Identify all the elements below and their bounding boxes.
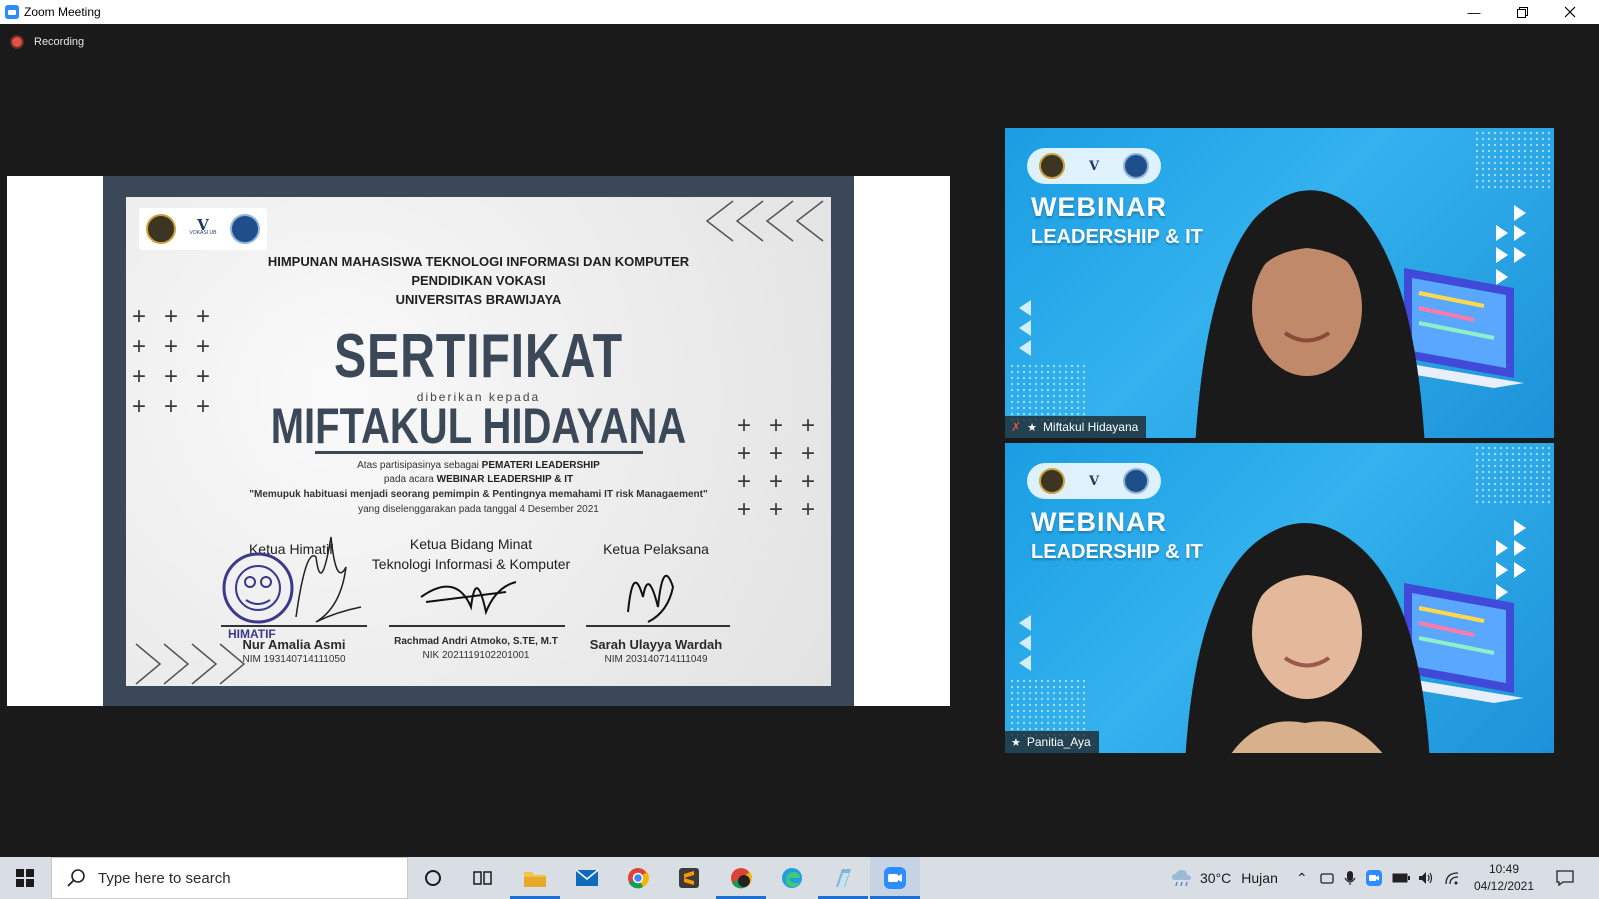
- volume-icon[interactable]: [1418, 871, 1434, 885]
- weather-desc: Hujan: [1241, 870, 1278, 886]
- signatory-2-line: [389, 625, 565, 627]
- signature-3: [627, 574, 675, 623]
- signature-1: [295, 536, 362, 623]
- wifi-icon[interactable]: [1444, 871, 1460, 885]
- arrow-decoration-left: [1019, 300, 1031, 356]
- pin-icon: ★: [1011, 736, 1021, 749]
- participant-video: [1195, 190, 1425, 438]
- arrow-decoration-left: [1019, 615, 1031, 671]
- description-line-4: yang diselenggarakan pada tanggal 4 Dese…: [358, 504, 599, 515]
- banner-title: WEBINAR: [1031, 192, 1167, 222]
- minimize-button[interactable]: —: [1451, 0, 1497, 24]
- weather-widget[interactable]: 30°C Hujan: [1170, 857, 1278, 899]
- recipient-name: MIFTAKUL HIDAYANA: [270, 398, 687, 454]
- vokasi-logo: V VOKASI UB: [189, 216, 217, 237]
- certificate: V VOKASI UB HIMPUNAN MAHASISWA TEKNOLOGI…: [126, 197, 831, 686]
- himatif-seal-logo: [230, 214, 261, 244]
- zoom-icon[interactable]: [870, 857, 920, 899]
- participant-video: [1185, 523, 1430, 753]
- dot-pattern: [1009, 678, 1085, 738]
- recording-label: Recording: [34, 36, 85, 48]
- search-icon: [67, 869, 85, 887]
- signatory-1-line: [221, 625, 367, 627]
- video-tile-miftakul[interactable]: V WEBINAR LEADERSHIP & IT ✗ ★ Miftakul H…: [1005, 128, 1554, 438]
- signatory-2-id: NIK 2021119102201001: [422, 650, 530, 661]
- ub-seal-logo: [145, 214, 176, 244]
- battery-icon[interactable]: [1392, 872, 1410, 884]
- certificate-logos: V VOKASI UB: [139, 208, 267, 250]
- recording-dot-icon: [12, 37, 22, 47]
- banner-logos: V: [1027, 148, 1161, 184]
- start-button[interactable]: [0, 857, 50, 899]
- clock-date: 04/12/2021: [1473, 879, 1535, 893]
- certificate-frame: V VOKASI UB HIMPUNAN MAHASISWA TEKNOLOGI…: [103, 176, 854, 706]
- edge-icon[interactable]: [767, 857, 817, 899]
- restore-button[interactable]: [1499, 0, 1545, 24]
- dot-pattern: [1474, 445, 1550, 505]
- zoom-tray-icon[interactable]: [1365, 870, 1382, 886]
- restore-icon: [1516, 6, 1528, 18]
- signatory-3-role: Ketua Pelaksana: [603, 541, 709, 557]
- search-input[interactable]: [96, 868, 400, 888]
- participant-name: Miftakul Hidayana: [1042, 420, 1139, 434]
- participant-name-tag: ✗ ★ Miftakul Hidayana: [1005, 416, 1147, 438]
- cortana-icon[interactable]: [408, 857, 458, 899]
- certificate-title: SERTIFIKAT: [334, 322, 623, 391]
- dot-pattern: [1009, 363, 1085, 423]
- chrome-icon[interactable]: [613, 857, 663, 899]
- banner-title: WEBINAR: [1031, 507, 1167, 537]
- taskbar: 30°C Hujan ⌃ 10:49 04/12/2021: [0, 857, 1599, 899]
- chevron-decoration-bottom: [135, 643, 246, 685]
- shared-screen: V VOKASI UB HIMPUNAN MAHASISWA TEKNOLOGI…: [7, 176, 950, 706]
- task-view-icon[interactable]: [458, 857, 508, 899]
- signatory-3-name: Sarah Ulayya Wardah: [589, 637, 723, 652]
- close-button[interactable]: [1547, 0, 1593, 24]
- title-bar: Zoom Meeting —: [0, 0, 1599, 24]
- org-line-3: UNIVERSITAS BRAWIJAYA: [395, 292, 562, 307]
- taskbar-search[interactable]: [51, 857, 408, 899]
- signatory-3-id: NIM 203140714111049: [604, 654, 708, 665]
- recording-indicator[interactable]: Recording: [12, 36, 84, 48]
- signatory-2-role-line-1: Ketua Bidang Minat: [409, 536, 533, 552]
- org-line-1: HIMPUNAN MAHASISWA TEKNOLOGI INFORMASI D…: [267, 254, 690, 269]
- weather-temp: 30°C: [1200, 870, 1232, 886]
- chevron-decoration-top: [705, 200, 824, 242]
- meet-now-icon[interactable]: [1320, 871, 1334, 885]
- windows-icon: [16, 869, 34, 887]
- sublime-text-icon[interactable]: [664, 857, 714, 899]
- signatory-2-name: Rachmad Andri Atmoko, S.TE, M.T: [394, 636, 558, 647]
- signature-2: [420, 581, 517, 616]
- description-line-2: pada acara WEBINAR LEADERSHIP & IT: [383, 474, 574, 485]
- microphone-icon[interactable]: [1344, 870, 1356, 886]
- notifications-icon[interactable]: [1540, 857, 1590, 899]
- clock[interactable]: 10:49 04/12/2021: [1469, 861, 1539, 895]
- zoom-app-icon: [5, 5, 19, 19]
- dot-pattern: [1474, 130, 1550, 190]
- video-tile-panitia[interactable]: V WEBINAR LEADERSHIP & IT ★ Panitia_Aya: [1005, 443, 1554, 753]
- clock-time: 10:49: [1488, 862, 1520, 876]
- rain-cloud-icon: [1172, 870, 1191, 887]
- recipient-underline: [315, 451, 643, 454]
- description-line-3: "Memupuk habituasi menjadi seorang pemim…: [249, 489, 708, 500]
- description-line-1: Atas partisipasinya sebagai PEMATERI LEA…: [357, 460, 600, 471]
- org-line-2: PENDIDIKAN VOKASI: [411, 273, 546, 288]
- chrome-alt-icon[interactable]: [716, 857, 766, 899]
- close-icon: [1564, 6, 1576, 18]
- participant-name-tag: ★ Panitia_Aya: [1005, 731, 1099, 753]
- mail-icon[interactable]: [562, 857, 612, 899]
- banner-logos: V: [1027, 463, 1161, 499]
- pin-icon: ★: [1027, 421, 1037, 434]
- window-title: Zoom Meeting: [24, 5, 101, 19]
- chevron-up-icon[interactable]: ⌃: [1296, 870, 1308, 887]
- participant-name: Panitia_Aya: [1026, 735, 1091, 749]
- app-icon[interactable]: [818, 857, 868, 899]
- system-tray: ⌃: [1296, 857, 1460, 899]
- mic-muted-icon: ✗: [1011, 420, 1022, 434]
- signatory-3-line: [586, 625, 730, 627]
- file-explorer-icon[interactable]: [510, 857, 560, 899]
